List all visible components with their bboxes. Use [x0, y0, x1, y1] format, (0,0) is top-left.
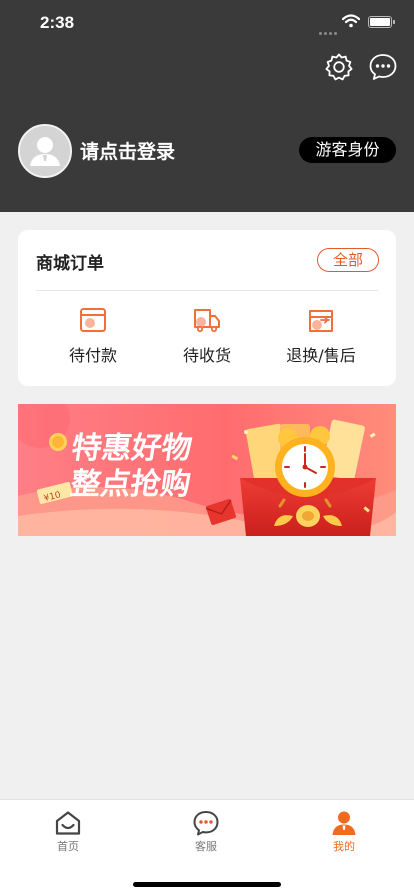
settings-icon[interactable]	[324, 52, 354, 82]
order-pending-payment-label: 待付款	[68, 346, 117, 365]
order-returns[interactable]: 退换/售后	[264, 306, 378, 372]
tab-home-label: 首页	[57, 840, 79, 853]
all-orders-button[interactable]: 全部	[317, 248, 379, 272]
tab-profile-label: 我的	[333, 840, 355, 853]
wallet-icon	[80, 308, 106, 332]
profile-header: 2:38 请点击登录 游客身份	[0, 0, 414, 212]
promo-banner-art: ¥10 特惠好物 整点抢购	[18, 404, 396, 536]
tab-profile[interactable]: 我的	[304, 810, 384, 856]
home-icon	[55, 811, 81, 835]
default-avatar-icon	[20, 126, 70, 176]
tab-customer-service-label: 客服	[195, 840, 217, 853]
status-time: 2:38	[40, 13, 75, 32]
order-pending-payment[interactable]: 待付款	[36, 306, 150, 372]
return-box-icon	[309, 310, 333, 332]
banner-line1: 特惠好物	[69, 431, 194, 466]
guest-badge: 游客身份	[299, 137, 396, 163]
login-prompt[interactable]: 请点击登录	[80, 137, 175, 164]
tab-home[interactable]: 首页	[28, 810, 108, 856]
battery-icon	[368, 16, 395, 28]
order-pending-delivery-label: 待收货	[182, 346, 231, 365]
banner-line2: 整点抢购	[68, 466, 193, 502]
status-bar: 2:38	[0, 0, 414, 44]
customer-service-icon	[193, 811, 219, 836]
promo-banner[interactable]: ¥10 特惠好物 整点抢购	[18, 404, 396, 536]
order-returns-label: 退换/售后	[286, 346, 356, 365]
orders-title: 商城订单	[36, 254, 104, 274]
orders-card: 商城订单 全部 待付款 待收货 退换/售后	[18, 230, 396, 386]
truck-icon	[194, 309, 220, 333]
wifi-icon	[342, 14, 360, 28]
signal-icon	[319, 20, 339, 39]
avatar[interactable]	[18, 124, 72, 178]
home-indicator	[133, 882, 281, 887]
divider	[36, 290, 378, 291]
tab-customer-service[interactable]: 客服	[166, 810, 246, 856]
profile-icon	[332, 811, 356, 835]
chat-icon[interactable]	[368, 52, 398, 82]
order-pending-delivery[interactable]: 待收货	[150, 306, 264, 372]
